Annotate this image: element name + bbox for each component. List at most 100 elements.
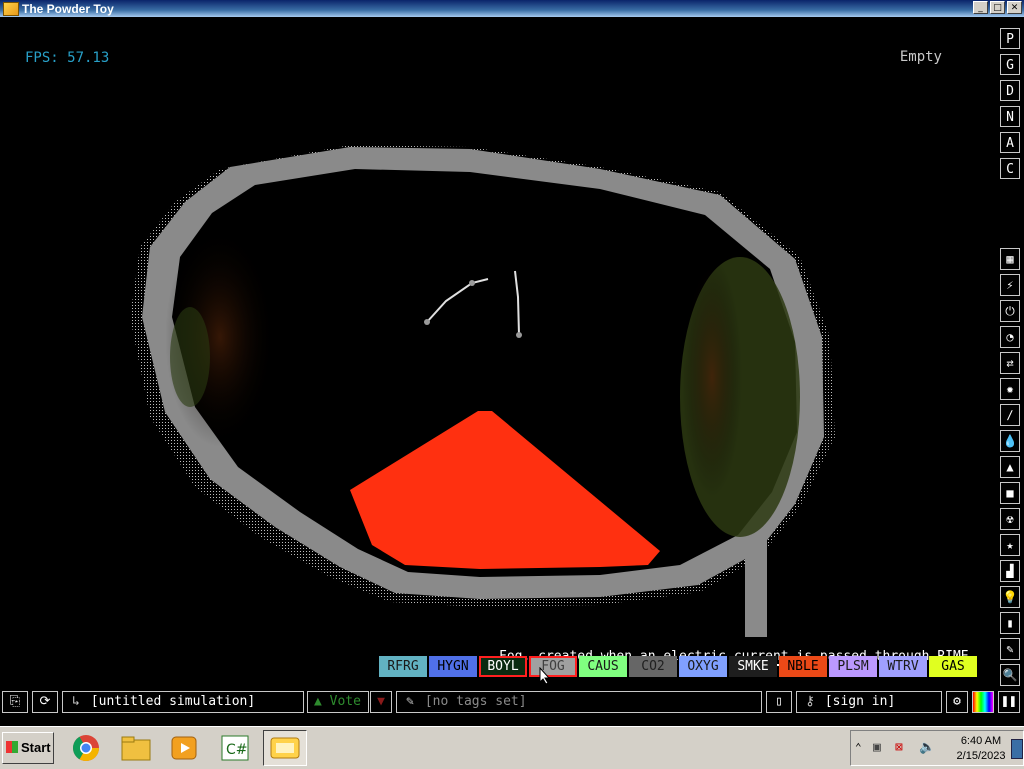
element-co2[interactable]: CO2 <box>629 656 677 677</box>
powered-category-icon[interactable]: ⏻ <box>1000 300 1020 322</box>
favorites-category-icon[interactable]: ▮ <box>1000 612 1020 634</box>
element-wtrv[interactable]: WTRV <box>879 656 927 677</box>
radioactive-category-icon[interactable]: ☢ <box>1000 508 1020 530</box>
electronics-category-icon[interactable]: ⚡ <box>1000 274 1020 296</box>
render-options-icon[interactable] <box>972 691 994 713</box>
walls-category-icon[interactable]: ▦ <box>1000 248 1020 270</box>
wire-node <box>516 332 522 338</box>
system-tray: ⌃ ▣ ⊠ 🔈 6:40 AM 2/15/2023 <box>850 730 1024 766</box>
thumbs-down-icon: ▼ <box>377 694 385 709</box>
explosives-category-icon[interactable]: ✹ <box>1000 378 1020 400</box>
start-button[interactable]: Start <box>2 732 54 764</box>
chrome-icon <box>72 735 100 762</box>
element-oxyg[interactable]: OXYG <box>679 656 727 677</box>
simulation-name: [untitled simulation] <box>90 694 256 709</box>
taskbar-csharp[interactable]: C# <box>216 730 256 766</box>
force-category-icon[interactable]: ⇄ <box>1000 352 1020 374</box>
window-title: The Powder Toy <box>22 1 114 16</box>
console-button[interactable]: C <box>1000 158 1020 179</box>
bottom-bar: ⎘ ⟳ ↳ [untitled simulation] ▲ Vote ▼ ✎ [… <box>0 689 1024 715</box>
key-icon: ⚷ <box>805 694 815 709</box>
element-bar: RFRG HYGN BOYL FOG CAUS CO2 OXYG SMKE NB… <box>379 656 977 677</box>
life-category-icon[interactable]: ▟ <box>1000 560 1020 582</box>
element-rfrg[interactable]: RFRG <box>379 656 427 677</box>
sign-in-label: [sign in] <box>824 694 896 709</box>
decoration-button[interactable]: D <box>1000 80 1020 101</box>
hover-element-label: Empty <box>899 49 942 65</box>
element-hygn[interactable]: HYGN <box>429 656 477 677</box>
tag-icon: ✎ <box>406 694 414 709</box>
element-caus[interactable]: CAUS <box>579 656 627 677</box>
vote-down-button[interactable]: ▼ <box>370 691 392 713</box>
show-hidden-icons-icon[interactable]: ⌃ <box>855 741 862 754</box>
action-center-icon[interactable]: ▣ <box>873 740 881 755</box>
sign-in-button[interactable]: ⚷ [sign in] <box>796 691 942 713</box>
window-title-bar[interactable]: The Powder Toy _ □ ✕ <box>0 0 1024 17</box>
pause-button-icon[interactable]: ❚❚ <box>998 691 1020 713</box>
special-category-icon[interactable]: ★ <box>1000 534 1020 556</box>
recent-category-icon[interactable]: ✎ <box>1000 638 1020 660</box>
tags-button[interactable]: ✎ [no tags set] <box>396 691 762 713</box>
vote-up-button[interactable]: ▲ Vote <box>307 691 369 713</box>
vote-label: Vote <box>329 694 361 709</box>
element-smke[interactable]: SMKE <box>729 656 777 677</box>
svg-text:C#: C# <box>226 742 248 758</box>
simulation-drawing <box>130 145 835 637</box>
newtonian-button[interactable]: N <box>1000 106 1020 127</box>
wire-node <box>469 280 475 286</box>
element-gas[interactable]: GAS <box>929 656 977 677</box>
windows-logo-icon <box>6 741 18 753</box>
open-simulation-icon[interactable]: ⎘ <box>2 691 28 713</box>
start-label: Start <box>21 740 51 755</box>
folder-icon <box>121 736 151 761</box>
element-nble[interactable]: NBLE <box>779 656 827 677</box>
liquids-category-icon[interactable]: 💧 <box>1000 430 1020 452</box>
ambient-heat-button[interactable]: A <box>1000 132 1020 153</box>
thumbs-up-icon: ▲ <box>314 694 322 709</box>
close-button[interactable]: ✕ <box>1007 1 1022 14</box>
taskbar-media-player[interactable] <box>164 730 204 766</box>
powder-toy-icon <box>270 737 300 759</box>
category-buttons: ▦ ⚡ ⏻ ◔ ⇄ ✹ ∕ 💧 ▲ ■ ☢ ★ ▟ 💡 ▮ ✎ 🔍 ❚❚ <box>1000 248 1020 712</box>
settings-icon[interactable]: ⚙ <box>946 691 968 713</box>
taskbar-chrome[interactable] <box>66 730 106 766</box>
element-fog[interactable]: FOG <box>529 656 577 677</box>
wall-stream <box>745 537 767 637</box>
csharp-icon: C# <box>221 735 249 761</box>
windows-taskbar: Start C# ⌃ ▣ ⊠ 🔈 6:40 AM 2/15/2023 <box>0 726 1024 769</box>
element-boyl[interactable]: BOYL <box>479 656 527 677</box>
taskbar-explorer[interactable] <box>116 730 156 766</box>
gases-category-icon[interactable]: ∕ <box>1000 404 1020 426</box>
render-mode-buttons: P G D N A C <box>1000 28 1020 179</box>
minimize-button[interactable]: _ <box>973 1 988 14</box>
maximize-button[interactable]: □ <box>990 1 1005 14</box>
powders-category-icon[interactable]: ▲ <box>1000 456 1020 478</box>
tools-category-icon[interactable]: 💡 <box>1000 586 1020 608</box>
save-icon: ↳ <box>72 694 80 709</box>
media-player-icon <box>171 736 197 760</box>
solids-category-icon[interactable]: ■ <box>1000 482 1020 504</box>
app-icon <box>3 1 19 16</box>
reload-icon[interactable]: ⟳ <box>32 691 58 713</box>
clock-time: 6:40 AM <box>960 735 1002 747</box>
gravity-button[interactable]: G <box>1000 54 1020 75</box>
tags-label: [no tags set] <box>424 694 527 709</box>
search-icon[interactable]: 🔍 <box>1000 664 1020 686</box>
save-simulation-button[interactable]: ↳ [untitled simulation] <box>62 691 304 713</box>
pause-settings-button[interactable]: P <box>1000 28 1020 49</box>
mouse-cursor-icon <box>539 667 551 685</box>
taskbar-powder-toy[interactable] <box>263 730 307 766</box>
wire-node <box>424 319 430 325</box>
simulation-canvas[interactable]: FPS: 57.13 Empty Fog, created when an el… <box>0 17 996 687</box>
volume-icon[interactable]: 🔈 <box>919 740 935 755</box>
clock[interactable]: 6:40 AM 2/15/2023 <box>951 734 1011 764</box>
network-icon[interactable]: ⊠ <box>895 740 903 755</box>
residue-rust-right <box>682 257 742 497</box>
new-simulation-icon[interactable]: ▯ <box>766 691 792 713</box>
fps-counter: FPS: 57.13 <box>25 50 110 66</box>
residue-green-left <box>170 307 210 407</box>
sensors-category-icon[interactable]: ◔ <box>1000 326 1020 348</box>
clock-date: 2/15/2023 <box>956 750 1006 762</box>
show-desktop-icon[interactable] <box>1011 739 1023 759</box>
element-plsm[interactable]: PLSM <box>829 656 877 677</box>
